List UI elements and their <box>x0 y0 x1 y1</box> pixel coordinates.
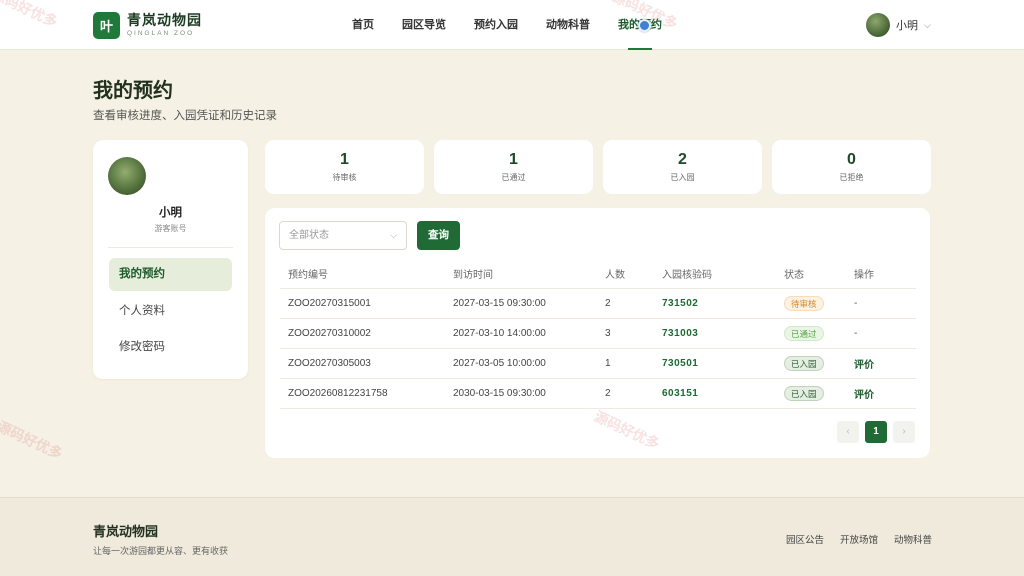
nav-park-guide[interactable]: 园区导览 <box>402 0 446 50</box>
pagination: ‹ 1 › <box>837 421 921 443</box>
booking-id: ZOO20270310002 <box>280 318 445 349</box>
page-subtitle: 查看审核进度、入园凭证和历史记录 <box>93 110 277 122</box>
status-filter-select[interactable]: 全部状态 ⌵ <box>279 221 407 250</box>
column-header: 操作 <box>846 260 916 289</box>
avatar <box>866 13 890 37</box>
chevron-down-icon: ⌵ <box>390 230 397 240</box>
stat-label: 已通过 <box>501 173 526 182</box>
column-header: 预约编号 <box>280 260 445 289</box>
status-cell: 已入园 <box>776 378 846 409</box>
entry-code: 731502 <box>654 288 776 319</box>
footer-link-announcements[interactable]: 园区公告 <box>786 532 824 546</box>
footer-brand: 青岚动物园 <box>93 524 159 539</box>
action-cell: - <box>846 288 916 319</box>
stat-label: 已入园 <box>670 173 695 182</box>
page-button-current[interactable]: 1 <box>865 421 887 443</box>
stat-entered: 2 已入园 <box>603 140 762 194</box>
nav-booking[interactable]: 预约入园 <box>474 0 518 50</box>
next-page-button[interactable]: › <box>893 421 915 443</box>
table-row: ZOO20270305003 2027-03-05 10:00:00 1 730… <box>280 348 916 379</box>
entry-code: 731003 <box>654 318 776 349</box>
user-name: 小明 <box>896 20 918 32</box>
watermark: 源码好优多 <box>0 417 66 463</box>
footer-link-animal-science[interactable]: 动物科普 <box>894 532 932 546</box>
booking-id: ZOO20260812231758 <box>280 378 445 409</box>
visitor-count: 2 <box>597 288 654 319</box>
logo-text: 青岚动物园 QINGLAN ZOO <box>127 13 202 38</box>
footer-link-venues[interactable]: 开放场馆 <box>840 532 878 546</box>
chevron-down-icon: ⌵ <box>924 19 931 30</box>
profile-role: 游客账号 <box>154 224 187 233</box>
profile-name: 小明 <box>159 207 182 219</box>
brand-name: 青岚动物园 <box>127 12 202 29</box>
sidebar-item-profile[interactable]: 个人资料 <box>109 295 232 328</box>
stat-value: 1 <box>340 151 349 168</box>
visitor-count: 2 <box>597 378 654 409</box>
logo[interactable]: 叶 青岚动物园 QINGLAN ZOO <box>93 12 202 39</box>
status-badge: 已通过 <box>784 325 824 341</box>
stat-value: 1 <box>509 151 518 168</box>
footer-slogan: 让每一次游园都更从容、更有收获 <box>93 546 229 556</box>
sidebar-item-change-password[interactable]: 修改密码 <box>109 331 232 364</box>
stat-rejected: 0 已拒绝 <box>772 140 931 194</box>
booking-id: ZOO20270305003 <box>280 348 445 379</box>
user-menu[interactable]: 小明 ⌵ <box>866 13 931 37</box>
status-badge: 已入园 <box>784 355 824 371</box>
visit-time: 2027-03-10 14:00:00 <box>445 318 597 349</box>
sidebar-item-my-bookings[interactable]: 我的预约 <box>109 258 232 291</box>
status-cell: 已入园 <box>776 348 846 379</box>
page-title: 我的预约 <box>93 80 173 102</box>
logo-leaf-icon: 叶 <box>93 12 120 39</box>
profile-sidebar: 小明 游客账号 我的预约 个人资料 修改密码 <box>93 140 248 379</box>
stat-label: 已拒绝 <box>839 173 864 182</box>
footer-links: 园区公告 开放场馆 动物科普 <box>786 532 948 546</box>
booking-id: ZOO20270315001 <box>280 288 445 319</box>
visit-time: 2027-03-05 10:00:00 <box>445 348 597 379</box>
visit-time: 2030-03-15 09:30:00 <box>445 378 597 409</box>
stat-approved: 1 已通过 <box>434 140 593 194</box>
status-badge: 已入园 <box>784 385 824 401</box>
table-row: ZOO20270310002 2027-03-10 14:00:00 3 731… <box>280 318 916 349</box>
nav-home[interactable]: 首页 <box>352 0 374 50</box>
status-cell: 已通过 <box>776 318 846 349</box>
visit-time: 2027-03-15 09:30:00 <box>445 288 597 319</box>
stat-pending: 1 待审核 <box>265 140 424 194</box>
column-header: 到访时间 <box>445 260 597 289</box>
review-link[interactable]: 评价 <box>846 378 916 409</box>
brand-subtitle: QINGLAN ZOO <box>127 30 195 38</box>
status-badge: 待审核 <box>784 295 824 311</box>
stat-value: 2 <box>678 151 687 168</box>
divider <box>108 247 233 248</box>
entry-code: 603151 <box>654 378 776 409</box>
column-header: 人数 <box>597 260 654 289</box>
action-cell: - <box>846 318 916 349</box>
prev-page-button[interactable]: ‹ <box>837 421 859 443</box>
table-row: ZOO20270315001 2027-03-15 09:30:00 2 731… <box>280 288 916 319</box>
table-row: ZOO20260812231758 2030-03-15 09:30:00 2 … <box>280 378 916 409</box>
footer: 青岚动物园 让每一次游园都更从容、更有收获 园区公告 开放场馆 动物科普 <box>0 497 1024 576</box>
column-header: 入园核验码 <box>654 260 776 289</box>
bookings-table: 预约编号 到访时间 人数 入园核验码 状态 操作 ZOO20270315001 … <box>280 260 916 409</box>
review-link[interactable]: 评价 <box>846 348 916 379</box>
visitor-count: 3 <box>597 318 654 349</box>
profile-avatar <box>108 157 146 195</box>
column-header: 状态 <box>776 260 846 289</box>
top-header: 叶 青岚动物园 QINGLAN ZOO 首页 园区导览 预约入园 动物科普 我的… <box>0 0 1024 50</box>
query-button[interactable]: 查询 <box>417 221 460 250</box>
visitor-count: 1 <box>597 348 654 379</box>
table-header-row: 预约编号 到访时间 人数 入园核验码 状态 操作 <box>280 260 916 289</box>
stat-value: 0 <box>847 151 856 168</box>
stat-label: 待审核 <box>332 173 357 182</box>
status-filter-value: 全部状态 <box>289 230 329 241</box>
nav-animal-science[interactable]: 动物科普 <box>546 0 590 50</box>
entry-code: 730501 <box>654 348 776 379</box>
status-cell: 待审核 <box>776 288 846 319</box>
